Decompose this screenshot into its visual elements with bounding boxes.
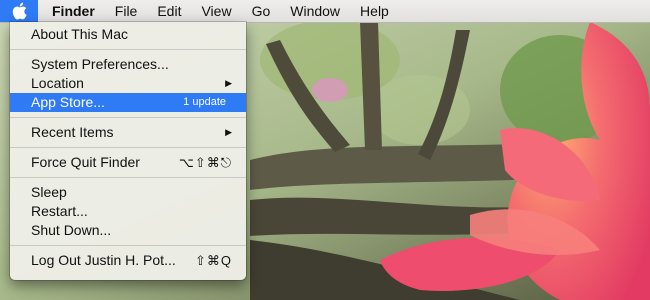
menu-item-label: Shut Down... — [31, 222, 112, 238]
menubar-finder[interactable]: Finder — [38, 0, 105, 22]
keyboard-shortcut: ⇧⌘Q — [194, 253, 232, 268]
menubar-help[interactable]: Help — [350, 0, 399, 22]
menu-item-app-store[interactable]: App Store... 1 update — [10, 93, 246, 112]
menu-item-sleep[interactable]: Sleep — [10, 183, 246, 202]
menu-item-label: Location — [31, 75, 84, 91]
menubar-file[interactable]: File — [105, 0, 148, 22]
menu-separator — [10, 245, 246, 246]
menu-item-label: Restart... — [31, 203, 88, 219]
menubar-go[interactable]: Go — [242, 0, 281, 22]
menu-separator — [10, 117, 246, 118]
menubar-view[interactable]: View — [191, 0, 241, 22]
menu-item-label: Log Out Justin H. Pot... — [31, 252, 176, 268]
apple-logo-icon — [12, 2, 27, 20]
menu-separator — [10, 147, 246, 148]
menu-item-label: Sleep — [31, 184, 67, 200]
menu-separator — [10, 49, 246, 50]
menu-item-label: Force Quit Finder — [31, 154, 140, 170]
menu-item-log-out[interactable]: Log Out Justin H. Pot... ⇧⌘Q — [10, 251, 246, 270]
apple-menu-button[interactable] — [0, 0, 38, 22]
menu-item-label: About This Mac — [31, 26, 129, 42]
menubar-edit[interactable]: Edit — [147, 0, 191, 22]
menu-item-force-quit[interactable]: Force Quit Finder ⌥⇧⌘⎋ — [10, 153, 246, 172]
apple-menu-dropdown: About This Mac System Preferences... Loc… — [10, 22, 246, 280]
menu-bar: Finder File Edit View Go Window Help — [0, 0, 650, 23]
keyboard-shortcut: ⌥⇧⌘⎋ — [178, 155, 232, 170]
menu-item-about-this-mac[interactable]: About This Mac — [10, 25, 246, 44]
submenu-arrow-icon: ▶ — [225, 78, 232, 88]
menu-item-system-preferences[interactable]: System Preferences... — [10, 55, 246, 74]
submenu-arrow-icon: ▶ — [225, 127, 232, 137]
menu-item-location[interactable]: Location ▶ — [10, 74, 246, 93]
menu-item-restart[interactable]: Restart... — [10, 202, 246, 221]
menu-item-shut-down[interactable]: Shut Down... — [10, 221, 246, 240]
menu-item-label: System Preferences... — [31, 56, 169, 72]
menubar-window[interactable]: Window — [280, 0, 350, 22]
menu-item-label: Recent Items — [31, 124, 114, 140]
menu-item-recent-items[interactable]: Recent Items ▶ — [10, 123, 246, 142]
menu-separator — [10, 177, 246, 178]
update-badge: 1 update — [183, 96, 226, 108]
menu-item-label: App Store... — [31, 94, 105, 110]
